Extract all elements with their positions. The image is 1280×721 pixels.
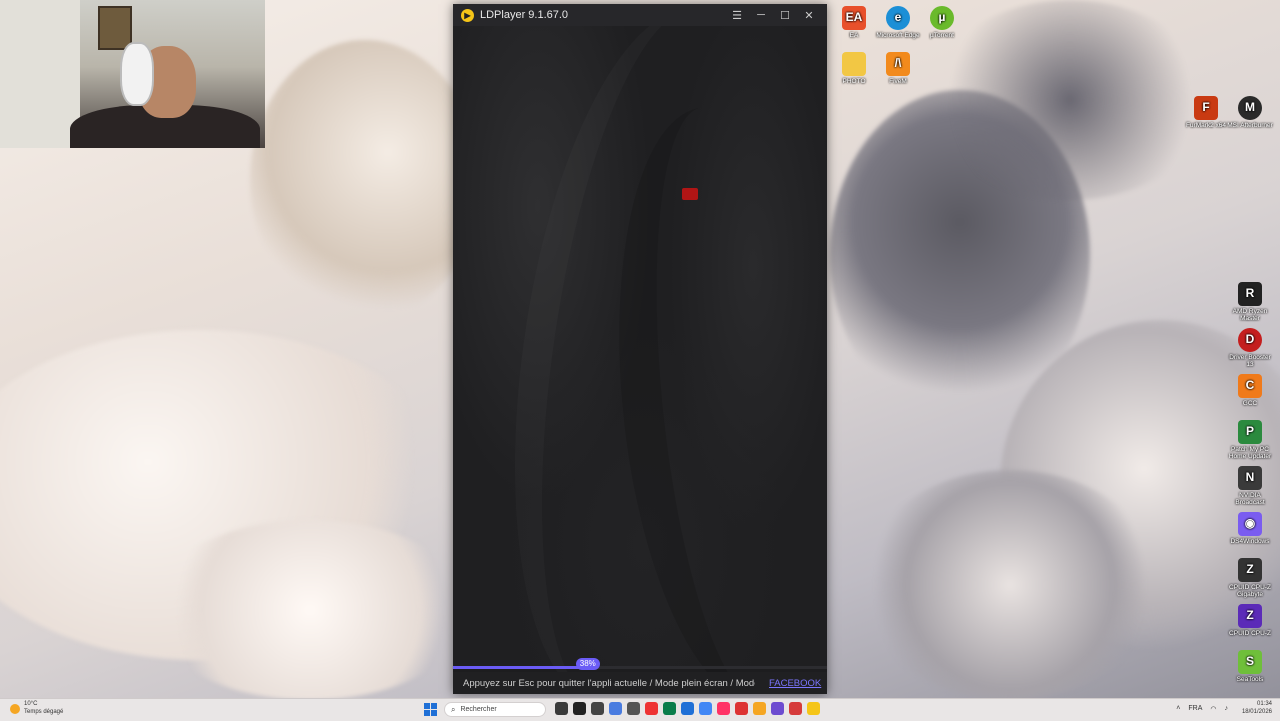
windows-start-icon[interactable] bbox=[424, 703, 437, 716]
taskbar-app-icon[interactable] bbox=[573, 702, 586, 715]
hint-bar: Appuyez sur Esc pour quitter l'appli act… bbox=[453, 672, 827, 694]
folder-icon bbox=[842, 52, 866, 76]
patch-my-pc-icon: P bbox=[1238, 420, 1262, 444]
desktop-icon-ds4windows[interactable]: ◉ DS4Windows bbox=[1226, 512, 1274, 545]
progress-fill bbox=[453, 666, 586, 669]
utorrent-icon: µ bbox=[930, 6, 954, 30]
seatools-icon: S bbox=[1238, 650, 1262, 674]
desktop-icon-furmark[interactable]: F FurMark2 x64 bbox=[1182, 96, 1230, 129]
taskbar-app-icon[interactable] bbox=[627, 702, 640, 715]
wifi-icon[interactable]: ◠ bbox=[1210, 705, 1216, 713]
furmark-icon: F bbox=[1194, 96, 1218, 120]
cpuz-icon: Z bbox=[1238, 558, 1262, 582]
edge-icon: e bbox=[886, 6, 910, 30]
hamburger-menu-icon[interactable]: ☰ bbox=[725, 9, 749, 22]
taskbar-app-icon[interactable] bbox=[789, 702, 802, 715]
amd-ryzen-icon: R bbox=[1238, 282, 1262, 306]
taskbar: 10°C Temps dégagé ⌕ Rechercher ˄ FRA ◠ ♪… bbox=[0, 698, 1280, 721]
taskbar-app-icon[interactable] bbox=[771, 702, 784, 715]
taskbar-app-icon[interactable] bbox=[609, 702, 622, 715]
taskbar-app-icon[interactable] bbox=[735, 702, 748, 715]
desktop-icon-ea[interactable]: EA EA bbox=[830, 6, 878, 39]
taskbar-search[interactable]: ⌕ Rechercher bbox=[444, 702, 546, 717]
desktop-icon-photo[interactable]: PHOTO bbox=[830, 52, 878, 85]
taskbar-app-icon[interactable] bbox=[717, 702, 730, 715]
desktop-icon-seatools[interactable]: S SeaTools bbox=[1226, 650, 1274, 683]
gcc-icon: C bbox=[1238, 374, 1262, 398]
wallpaper-cloud bbox=[150, 520, 470, 700]
hint-text: Appuyez sur Esc pour quitter l'appli act… bbox=[463, 677, 755, 689]
desktop-icon-gcc[interactable]: C GCC bbox=[1226, 374, 1274, 407]
desktop-icon-utorrent[interactable]: µ µTorrent bbox=[918, 6, 966, 39]
desktop-icon-amd-ryzen-master[interactable]: R AMD Ryzen Master bbox=[1226, 282, 1274, 323]
fivem-icon: /\ bbox=[886, 52, 910, 76]
taskbar-app-icon[interactable] bbox=[645, 702, 658, 715]
gamepad-icon: ◉ bbox=[1238, 512, 1262, 536]
taskbar-app-icon[interactable] bbox=[555, 702, 568, 715]
taskbar-app-icon[interactable] bbox=[663, 702, 676, 715]
window-titlebar[interactable]: ▶ LDPlayer 9.1.67.0 ☰ ─ ☐ ✕ bbox=[453, 4, 827, 26]
cpuz-icon: Z bbox=[1238, 604, 1262, 628]
search-placeholder: Rechercher bbox=[460, 706, 497, 713]
desktop-icon-driver-booster[interactable]: D Driver Booster 13 bbox=[1226, 328, 1274, 369]
ldplayer-window[interactable]: ▶ LDPlayer 9.1.67.0 ☰ ─ ☐ ✕ 38% Appuyez … bbox=[453, 4, 827, 694]
ea-icon: EA bbox=[842, 6, 866, 30]
close-icon[interactable]: ✕ bbox=[797, 9, 821, 22]
msi-afterburner-icon: M bbox=[1238, 96, 1262, 120]
taskbar-app-icon[interactable] bbox=[591, 702, 604, 715]
mouse-cursor-icon bbox=[682, 188, 698, 200]
webcam-overlay bbox=[0, 0, 265, 148]
desktop-icon-cpuz-gigabyte[interactable]: Z CPUID CPU-Z Gigabyte bbox=[1226, 558, 1274, 599]
driver-booster-icon: D bbox=[1238, 328, 1262, 352]
chevron-up-icon[interactable]: ˄ bbox=[1176, 705, 1180, 712]
ldplayer-logo-icon: ▶ bbox=[461, 8, 474, 22]
desktop-icon-msi-afterburner[interactable]: M MSI Afterburner bbox=[1226, 96, 1274, 129]
wallpaper-cloud bbox=[860, 470, 1160, 700]
desktop-icon-patch-my-pc[interactable]: P Patch My PC Home Updater bbox=[1226, 420, 1274, 461]
sun-icon bbox=[10, 703, 20, 714]
progress-percent: 38% bbox=[575, 658, 600, 670]
wallpaper-figure bbox=[930, 0, 1210, 200]
emulator-screen[interactable] bbox=[453, 26, 827, 694]
system-tray: ˄ FRA ◠ ♪ 01:34 18/01/2026 bbox=[1176, 701, 1272, 717]
search-icon: ⌕ bbox=[451, 704, 456, 714]
window-title: LDPlayer 9.1.67.0 bbox=[480, 9, 569, 21]
taskbar-app-icon[interactable] bbox=[681, 702, 694, 715]
language-indicator[interactable]: FRA bbox=[1188, 705, 1202, 712]
desktop-icon-nvidia-broadcast[interactable]: N NVIDIA Broadcast bbox=[1226, 466, 1274, 507]
clock[interactable]: 01:34 18/01/2026 bbox=[1242, 701, 1272, 717]
weather-widget[interactable]: 10°C Temps dégagé bbox=[10, 701, 63, 717]
facebook-link[interactable]: FACEBOOK bbox=[769, 678, 821, 689]
minimize-icon[interactable]: ─ bbox=[749, 9, 773, 21]
desktop-icon-fivem[interactable]: /\ FiveM bbox=[874, 52, 922, 85]
loading-progress-bar bbox=[453, 666, 827, 669]
taskbar-app-icon[interactable] bbox=[807, 702, 820, 715]
maximize-icon[interactable]: ☐ bbox=[773, 9, 797, 22]
volume-icon[interactable]: ♪ bbox=[1224, 705, 1228, 712]
taskbar-app-icon[interactable] bbox=[753, 702, 766, 715]
desktop-icon-edge[interactable]: e Microsoft Edge bbox=[874, 6, 922, 39]
desktop-icon-cpuz[interactable]: Z CPUID CPU-Z bbox=[1226, 604, 1274, 637]
nvidia-broadcast-icon: N bbox=[1238, 466, 1262, 490]
wallpaper-figure bbox=[250, 40, 480, 320]
taskbar-apps bbox=[555, 702, 820, 715]
taskbar-app-icon[interactable] bbox=[699, 702, 712, 715]
